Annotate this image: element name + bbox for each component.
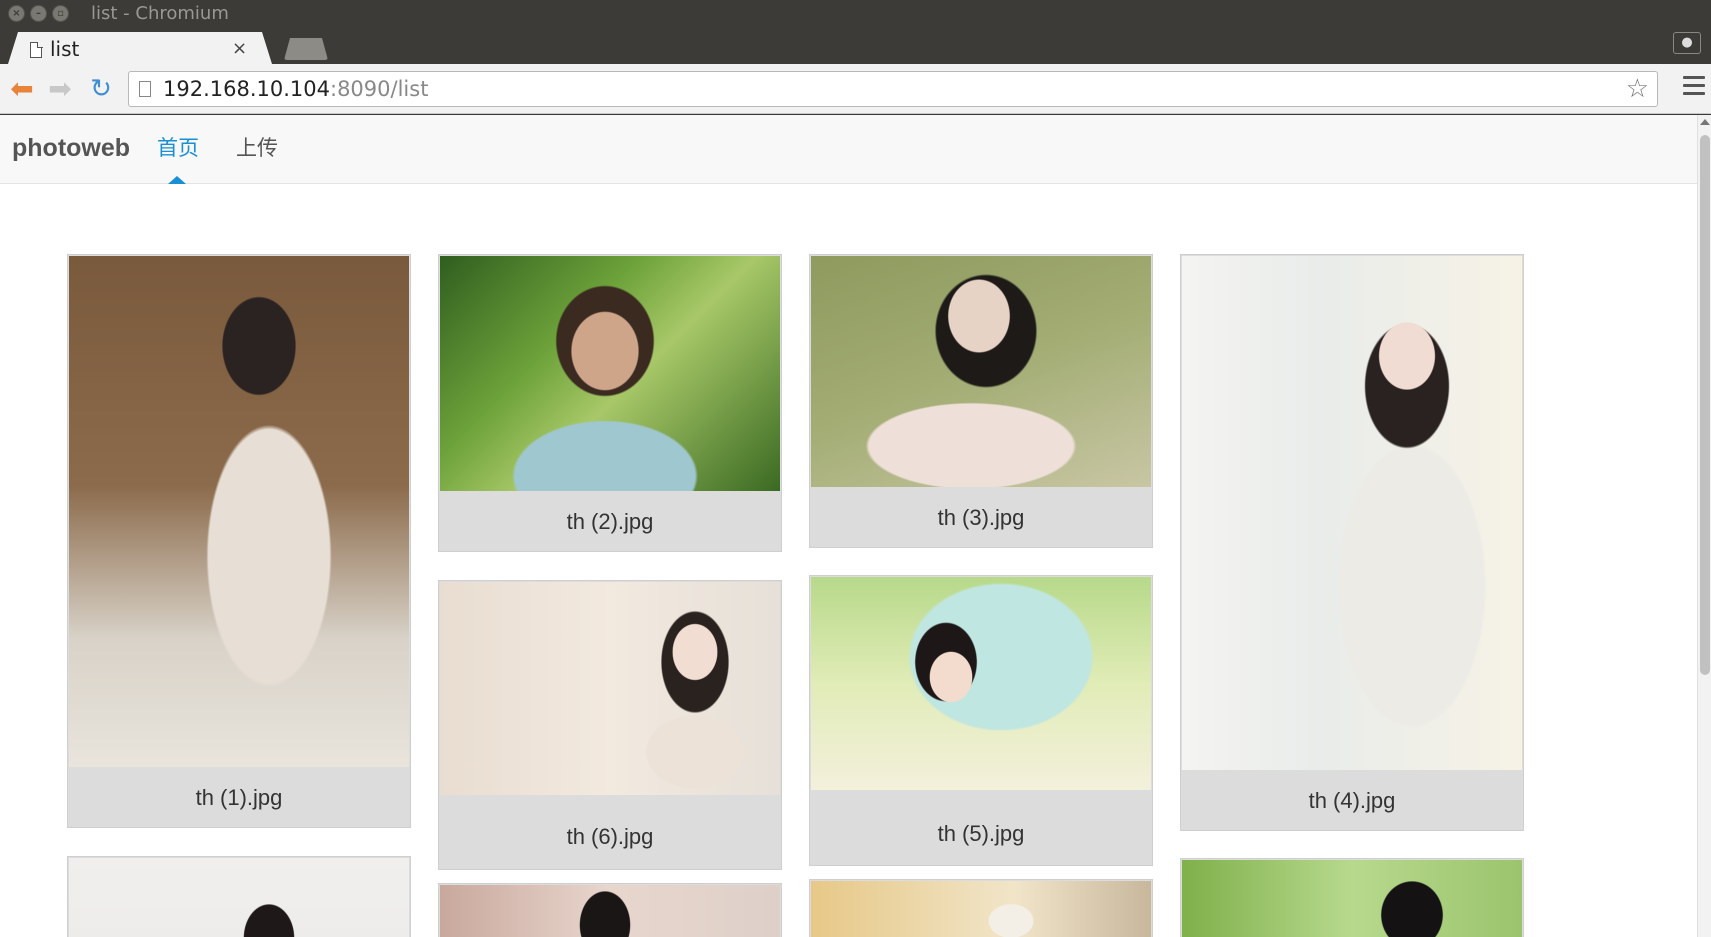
photo-caption: th (4).jpg — [1308, 788, 1396, 813]
menu-bar-icon — [1683, 76, 1705, 79]
browser-toolbar: ⬅ ➡ ↻ 192.168.10.104:8090/list ☆ — [0, 64, 1711, 114]
photo-caption: th (1).jpg — [195, 785, 283, 810]
page-viewport: photoweb 首页 上传 th (1).jpg th (2).jpg th … — [0, 115, 1697, 937]
close-icon: × — [12, 8, 21, 19]
window-titlebar: × – ▫ list - Chromium — [0, 0, 1711, 28]
photo-caption: th (5).jpg — [937, 821, 1025, 846]
url-host: 192.168.10.104 — [163, 77, 330, 101]
site-navbar: photoweb 首页 上传 — [0, 115, 1697, 184]
photo-thumbnail[interactable] — [811, 256, 1151, 487]
photo-card[interactable]: th (5).jpg — [809, 575, 1153, 866]
close-window-button[interactable]: × — [8, 5, 25, 22]
menu-bar-icon — [1683, 92, 1705, 95]
tab-label: list — [50, 37, 80, 61]
minimize-icon: – — [36, 8, 41, 19]
new-tab-button[interactable] — [284, 38, 328, 60]
page-icon — [30, 41, 43, 58]
photo-card[interactable]: th (4).jpg — [1180, 254, 1524, 831]
photo-card[interactable]: th (3).jpg — [809, 254, 1153, 548]
photo-card[interactable]: th (1).jpg — [67, 254, 411, 828]
scrollbar-thumb[interactable] — [1700, 135, 1710, 675]
maximize-icon: ▫ — [57, 8, 64, 19]
photo-thumbnail[interactable] — [440, 885, 780, 937]
photo-thumbnail[interactable] — [69, 858, 409, 937]
photo-card[interactable]: th (6).jpg — [438, 580, 782, 870]
url-path: :8090/list — [330, 77, 429, 101]
profile-button[interactable]: ● — [1673, 32, 1701, 54]
scroll-up-arrow-icon[interactable] — [1700, 119, 1710, 125]
page-icon — [139, 81, 151, 97]
photo-card[interactable]: th (2).jpg — [438, 254, 782, 552]
reload-icon: ↻ — [90, 74, 112, 104]
photo-thumbnail[interactable] — [811, 881, 1151, 937]
photo-thumbnail[interactable] — [1182, 860, 1522, 937]
photo-thumbnail[interactable] — [440, 582, 780, 795]
maximize-window-button[interactable]: ▫ — [52, 5, 69, 22]
photo-caption: th (3).jpg — [937, 505, 1025, 530]
vertical-scrollbar[interactable] — [1697, 115, 1711, 937]
active-nav-indicator — [168, 176, 186, 184]
minimize-window-button[interactable]: – — [30, 5, 47, 22]
photo-card[interactable] — [438, 883, 782, 937]
forward-button[interactable]: ➡ — [45, 74, 75, 104]
bookmark-star-icon[interactable]: ☆ — [1626, 74, 1649, 104]
url-text[interactable]: 192.168.10.104:8090/list — [163, 76, 428, 102]
tab-close-button[interactable]: × — [232, 38, 247, 59]
photo-caption: th (2).jpg — [566, 509, 654, 534]
back-button[interactable]: ⬅ — [7, 74, 37, 104]
photo-thumbnail[interactable] — [1182, 256, 1522, 770]
tab-list[interactable]: list × — [8, 32, 272, 64]
photo-card[interactable] — [809, 879, 1153, 937]
menu-bar-icon — [1683, 84, 1705, 87]
photo-thumbnail[interactable] — [440, 256, 780, 491]
photo-card[interactable] — [67, 856, 411, 937]
site-brand[interactable]: photoweb — [12, 134, 130, 163]
tab-strip: list × ● — [0, 28, 1711, 64]
reload-button[interactable]: ↻ — [86, 74, 116, 104]
photo-thumbnail[interactable] — [811, 577, 1151, 790]
photo-caption: th (6).jpg — [566, 824, 654, 849]
photo-card[interactable] — [1180, 858, 1524, 937]
person-icon: ● — [1681, 35, 1693, 50]
photo-thumbnail[interactable] — [69, 256, 409, 767]
chrome-menu-button[interactable] — [1683, 76, 1705, 98]
forward-arrow-icon: ➡ — [48, 72, 72, 105]
address-bar[interactable]: 192.168.10.104:8090/list ☆ — [128, 71, 1658, 107]
back-arrow-icon: ⬅ — [10, 72, 34, 105]
window-title: list - Chromium — [91, 3, 229, 24]
nav-home-link[interactable]: 首页 — [157, 132, 199, 162]
nav-upload-link[interactable]: 上传 — [236, 132, 278, 162]
